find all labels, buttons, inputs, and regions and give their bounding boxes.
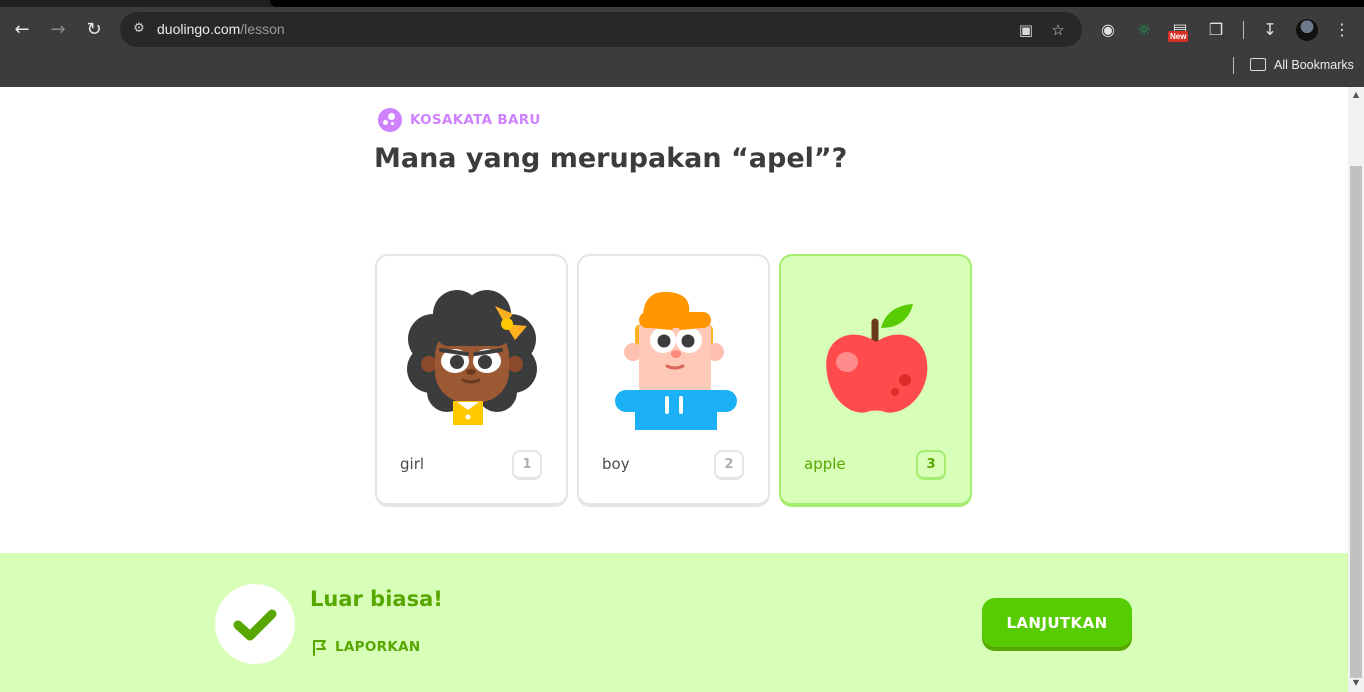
scroll-up-icon[interactable]: ▲ <box>1348 89 1364 101</box>
choice-label: apple <box>804 455 846 473</box>
choice-label: boy <box>602 455 630 473</box>
install-app-icon[interactable]: ▣ <box>1016 20 1036 40</box>
choice-card-boy[interactable]: boy 2 <box>577 254 770 507</box>
correct-check-badge <box>215 584 295 664</box>
continue-button[interactable]: LANJUTKAN <box>982 598 1132 647</box>
bookmark-star-icon[interactable]: ☆ <box>1048 20 1068 40</box>
new-word-tag: KOSAKATA BARU <box>378 108 541 132</box>
boy-illustration <box>615 291 737 430</box>
feedback-banner: Luar biasa! LAPORKAN LANJUTKAN <box>0 553 1348 692</box>
question-title: Mana yang merupakan “apel”? <box>374 143 848 174</box>
choice-card-apple[interactable]: apple 3 <box>779 254 972 507</box>
tab-strip <box>0 0 1364 7</box>
feedback-title: Luar biasa! <box>310 587 443 611</box>
url-text[interactable]: duolingo.com/lesson <box>157 21 285 37</box>
forward-icon[interactable]: → <box>45 17 71 43</box>
choice-key: 2 <box>714 450 744 480</box>
choice-key: 1 <box>512 450 542 480</box>
bookmarks-divider <box>1233 57 1234 74</box>
browser-chrome: ← → ↻ ⚙ duolingo.com/lesson ▣ ☆ ◉ ☼ ▤ Ne… <box>0 0 1364 87</box>
choice-card-girl[interactable]: girl 1 <box>375 254 568 507</box>
scrollbar-thumb[interactable] <box>1350 166 1362 678</box>
page-scrollbar[interactable]: ▲ ▼ <box>1348 87 1364 692</box>
report-button[interactable]: LAPORKAN <box>311 638 420 656</box>
report-label: LAPORKAN <box>335 639 421 655</box>
choice-label: girl <box>400 455 425 473</box>
apple-illustration <box>826 304 928 413</box>
back-icon[interactable]: ← <box>9 17 35 43</box>
camera-icon[interactable]: ◉ <box>1097 19 1119 41</box>
checkmark-icon <box>233 609 277 641</box>
choice-key: 3 <box>916 450 946 480</box>
new-word-label: KOSAKATA BARU <box>410 112 541 128</box>
new-word-icon <box>378 108 402 132</box>
all-bookmarks-button[interactable]: All Bookmarks <box>1274 58 1354 72</box>
tab-edge <box>270 0 1364 7</box>
eye-extension-icon[interactable]: ☼ <box>1133 19 1155 41</box>
folder-icon[interactable] <box>1250 58 1266 71</box>
reload-icon[interactable]: ↻ <box>81 17 107 43</box>
address-bar[interactable]: ⚙ duolingo.com/lesson ▣ ☆ <box>120 12 1082 47</box>
profile-avatar[interactable] <box>1296 19 1318 41</box>
flag-icon <box>313 640 326 656</box>
site-info-icon[interactable]: ⚙ <box>130 20 148 38</box>
scroll-down-icon[interactable]: ▼ <box>1348 677 1364 689</box>
new-badge: New <box>1168 31 1189 42</box>
extensions-puzzle-icon[interactable]: ❒ <box>1205 19 1227 41</box>
toolbar-divider <box>1243 21 1244 39</box>
girl-illustration <box>407 290 537 425</box>
url-host: duolingo.com <box>157 21 241 37</box>
download-icon[interactable]: ↧ <box>1259 19 1281 41</box>
url-path: /lesson <box>240 21 285 37</box>
menu-kebab-icon[interactable]: ⋮ <box>1331 19 1353 41</box>
